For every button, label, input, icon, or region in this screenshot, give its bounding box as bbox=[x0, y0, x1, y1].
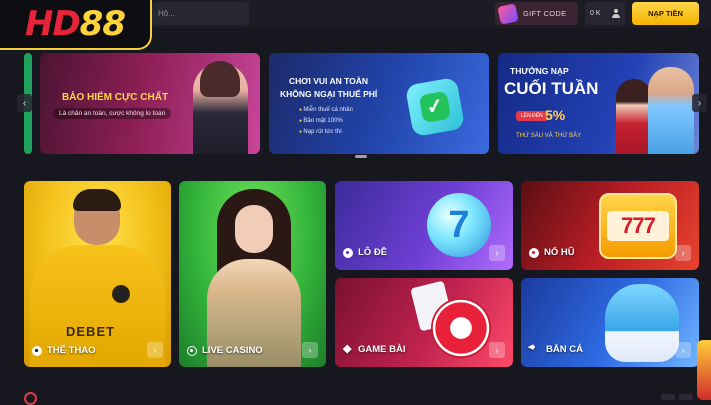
balance-value: 0 K bbox=[590, 10, 601, 17]
banner-model-image bbox=[616, 79, 652, 154]
user-icon bbox=[612, 9, 620, 18]
deposit-button[interactable]: NẠP TIỀN bbox=[632, 2, 699, 25]
category-lode-label: LÔ ĐỀ bbox=[358, 247, 388, 258]
lottery-ball-small-icon bbox=[343, 247, 353, 258]
banner-weekend-pill: LÊN ĐẾN bbox=[516, 111, 548, 121]
category-label: LÔ ĐỀ bbox=[343, 247, 387, 258]
category-ban-ca-label: BẮN CÁ bbox=[546, 344, 583, 355]
category-label: LIVE CASINO bbox=[187, 345, 263, 356]
chevron-right-icon[interactable]: › bbox=[489, 245, 505, 261]
banner-tax-title-2: KHÔNG NGẠI THUẾ PHÍ bbox=[280, 89, 378, 99]
category-live-casino[interactable]: LIVE CASINO › bbox=[179, 181, 326, 367]
chevron-right-icon[interactable]: › bbox=[147, 342, 163, 358]
dealer-face-image bbox=[235, 205, 273, 253]
lottery-ball-icon: 7 bbox=[427, 193, 491, 257]
shield-check-icon: ✓ bbox=[404, 76, 466, 138]
bullet-item: Miễn thuế cá nhân bbox=[299, 105, 352, 116]
slot-icon bbox=[529, 247, 539, 258]
category-game-bai[interactable]: GAME BÀI › bbox=[335, 278, 513, 367]
poker-chip-icon bbox=[431, 298, 491, 358]
shark-mascot-image bbox=[605, 284, 679, 362]
gift-code-label: GIFT CODE bbox=[523, 9, 567, 18]
section-prev-button[interactable] bbox=[661, 394, 675, 400]
balance-display[interactable]: 0 K bbox=[585, 2, 625, 25]
section-header bbox=[24, 392, 43, 405]
category-live-casino-label: LIVE CASINO bbox=[202, 345, 263, 356]
category-label: BẮN CÁ bbox=[528, 343, 583, 356]
chevron-right-icon[interactable]: › bbox=[675, 342, 691, 358]
banner-insurance-subtitle: Là chân an toàn, cược không lo toan bbox=[53, 108, 172, 119]
floating-promo-button[interactable] bbox=[697, 340, 711, 400]
shirt-sponsor: DEBET bbox=[66, 324, 116, 339]
carousel-indicator[interactable] bbox=[355, 155, 367, 158]
search-input[interactable]: Hộ... bbox=[152, 2, 249, 25]
banner-model-hair bbox=[200, 61, 240, 97]
banner-weekend-percent: 5% bbox=[545, 107, 566, 123]
category-lode[interactable]: 7 LÔ ĐỀ › bbox=[335, 181, 513, 270]
live-icon bbox=[187, 345, 197, 356]
category-ban-ca[interactable]: BẮN CÁ › bbox=[521, 278, 699, 367]
bullet-item: Nạp rút tức thì bbox=[299, 127, 353, 138]
section-icon bbox=[24, 392, 37, 405]
section-next-button[interactable] bbox=[679, 394, 693, 400]
slot-machine-icon: 777 bbox=[599, 193, 677, 259]
soccer-ball-icon bbox=[32, 345, 42, 356]
category-label: NỔ HŨ bbox=[529, 247, 575, 258]
category-nohu-label: NỔ HŨ bbox=[544, 247, 575, 258]
banner-weekend-title-1: THƯỞNG NẠP bbox=[510, 66, 569, 76]
banner-weekend-title-2: CUỐI TUẦN bbox=[504, 79, 599, 98]
chevron-right-icon[interactable]: › bbox=[489, 342, 505, 358]
logo-88-text: 88 bbox=[79, 4, 126, 44]
banner-tax-bullets: Miễn thuế cá nhân Bảo mật 100% Nạp rút t… bbox=[299, 105, 353, 138]
banner-tax-free[interactable]: CHƠI VUI AN TOÀN KHÔNG NGẠI THUẾ PHÍ Miễ… bbox=[269, 53, 489, 154]
gift-code-button[interactable]: GIFT CODE bbox=[495, 2, 578, 25]
chevron-right-icon[interactable]: › bbox=[302, 342, 318, 358]
club-badge-icon bbox=[112, 285, 130, 303]
category-nohu[interactable]: 777 NỔ HŨ › bbox=[521, 181, 699, 270]
banner-insurance-title: BẢO HIỂM CỰC CHẤT bbox=[62, 92, 169, 103]
chevron-left-icon[interactable]: ‹ bbox=[17, 94, 32, 112]
banner-tax-title-1: CHƠI VUI AN TOÀN bbox=[289, 76, 369, 86]
cards-icon bbox=[343, 342, 353, 355]
category-sport-label: THỂ THAO bbox=[47, 345, 96, 356]
banner-weekend-days: THỨ SÁU VÀ THỨ BẢY bbox=[516, 133, 582, 139]
slot-reels: 777 bbox=[607, 211, 669, 241]
chevron-right-icon[interactable]: › bbox=[675, 245, 691, 261]
banner-weekend-deposit[interactable]: THƯỞNG NẠP CUỐI TUẦN LÊN ĐẾN 5% THỨ SÁU … bbox=[498, 53, 699, 154]
category-sport[interactable]: DEBET THỂ THAO › bbox=[24, 181, 171, 367]
logo-hd-text: HD bbox=[24, 4, 81, 44]
category-label: GAME BÀI bbox=[343, 342, 406, 356]
gift-icon bbox=[497, 2, 519, 25]
promo-carousel: BẢO HIỂM CỰC CHẤT Là chân an toàn, cược … bbox=[0, 50, 711, 158]
player-hair-image bbox=[73, 189, 121, 211]
banner-insurance[interactable]: BẢO HIỂM CỰC CHẤT Là chân an toàn, cược … bbox=[40, 53, 260, 154]
fish-icon bbox=[528, 343, 541, 355]
category-label: THỂ THAO bbox=[32, 345, 96, 356]
chevron-right-icon[interactable]: › bbox=[692, 94, 707, 112]
hd88-logo[interactable]: HD88 bbox=[0, 0, 152, 50]
banner-player-image bbox=[648, 67, 694, 154]
category-game-bai-label: GAME BÀI bbox=[358, 344, 406, 355]
bullet-item: Bảo mật 100% bbox=[299, 116, 353, 127]
